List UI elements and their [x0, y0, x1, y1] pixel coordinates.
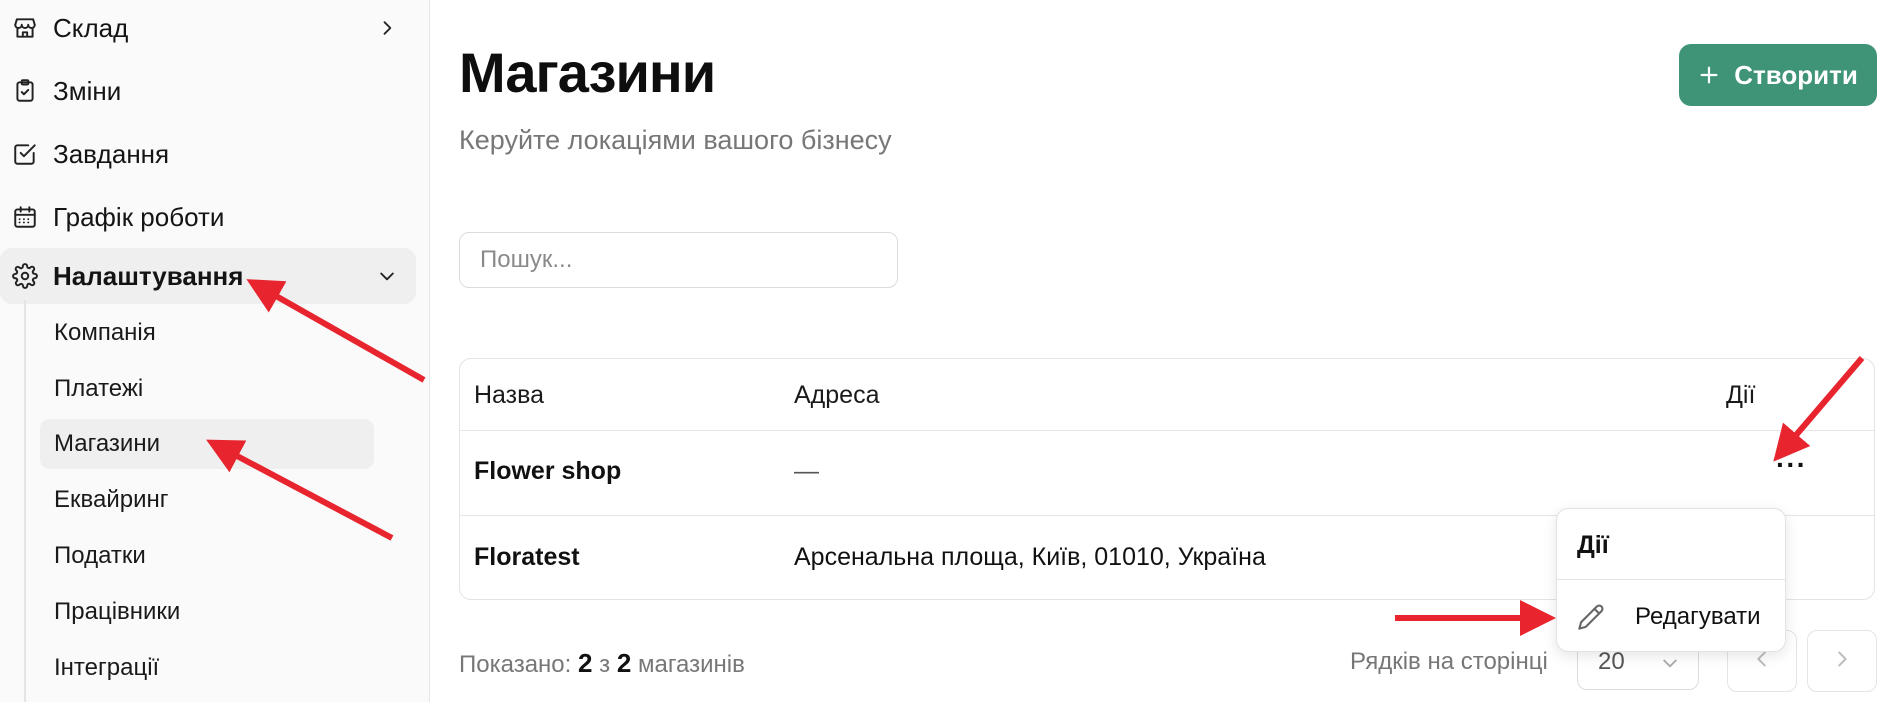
chevron-down-icon [1660, 652, 1680, 680]
create-button-label: Створити [1734, 59, 1858, 90]
calendar-icon [10, 202, 40, 232]
plus-icon [1698, 59, 1720, 91]
checkbox-icon [10, 139, 40, 169]
chevron-down-icon [376, 265, 398, 287]
store-address: — [794, 457, 819, 485]
rows-per-page-label: Рядків на сторінці [1350, 648, 1548, 675]
store-address: Арсенальна площа, Київ, 01010, Україна [794, 543, 1266, 571]
summary-total: 2 [616, 648, 632, 678]
sidebar-item-settings[interactable]: Налаштування [0, 248, 416, 304]
row-divider [460, 430, 1874, 431]
store-name: Floratest [474, 543, 580, 571]
sidebar-subitem-taxes[interactable]: Податки [40, 531, 374, 581]
summary-of: з [599, 651, 611, 678]
column-header-name[interactable]: Назва [474, 381, 544, 410]
sidebar-item-label: Графік роботи [53, 201, 225, 232]
sidebar-item-warehouse[interactable]: Склад [0, 0, 416, 56]
page-title: Магазини [459, 41, 716, 104]
create-button[interactable]: Створити [1679, 44, 1877, 106]
submenu-guide-line [24, 300, 26, 702]
sidebar-subitem-payments[interactable]: Платежі [40, 364, 374, 414]
menu-header: Дії [1577, 531, 1609, 559]
search-input[interactable] [459, 232, 898, 288]
column-header-address[interactable]: Адреса [794, 381, 879, 410]
sidebar-item-label: Зміни [53, 75, 122, 106]
next-page-button[interactable] [1807, 630, 1877, 692]
edit-menu-item[interactable]: Редагувати [1575, 597, 1775, 637]
summary-suffix: магазинів [637, 651, 745, 678]
sidebar-subitem-stores[interactable]: Магазини [40, 419, 374, 469]
row-actions-button[interactable]: ··· [1776, 449, 1807, 481]
sidebar-subitem-acquiring[interactable]: Еквайринг [40, 475, 374, 525]
menu-divider [1557, 579, 1785, 580]
rows-per-page-value: 20 [1598, 648, 1625, 675]
sidebar: Склад Зміни Завдання Графік роботи Налаш… [0, 0, 430, 702]
chevron-right-icon [376, 17, 398, 39]
chevron-right-icon [1831, 648, 1853, 675]
summary-prefix: Показано: [459, 651, 572, 678]
row-actions-menu: Дії Редагувати [1556, 508, 1786, 652]
column-header-actions: Дії [1726, 381, 1756, 409]
sidebar-subitem-integrations[interactable]: Інтеграції [40, 643, 374, 693]
gear-icon [10, 261, 40, 291]
edit-menu-label: Редагувати [1635, 603, 1761, 630]
sidebar-subitem-employees[interactable]: Працівники [40, 587, 374, 637]
sidebar-item-shifts[interactable]: Зміни [0, 63, 416, 119]
sidebar-subitem-company[interactable]: Компанія [40, 308, 374, 358]
summary-count: 2 [578, 648, 593, 678]
pencil-icon [1575, 601, 1607, 633]
clipboard-check-icon [10, 76, 40, 106]
store-icon [10, 13, 40, 43]
sidebar-item-label: Налаштування [53, 260, 244, 291]
page-subtitle: Керуйте локаціями вашого бізнесу [459, 125, 892, 155]
sidebar-item-label: Завдання [53, 138, 170, 169]
pagination-summary: Показано: 2 з 2 магазинів [459, 648, 745, 679]
sidebar-item-label: Склад [53, 12, 129, 43]
sidebar-item-schedule[interactable]: Графік роботи [0, 189, 416, 245]
sidebar-item-tasks[interactable]: Завдання [0, 126, 416, 182]
store-name: Flower shop [474, 457, 622, 485]
